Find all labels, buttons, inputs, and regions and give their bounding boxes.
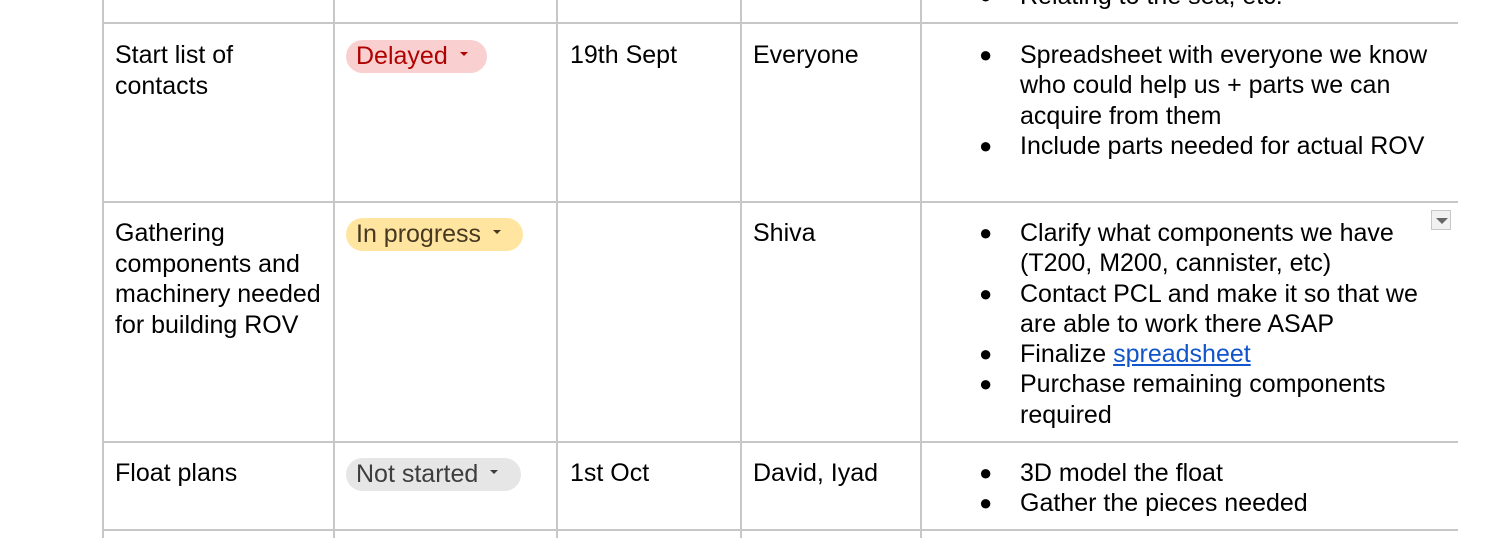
row-divider xyxy=(102,441,1458,443)
task-cell[interactable]: Gathering components and machinery neede… xyxy=(115,218,325,340)
bullet-icon: ● xyxy=(979,490,993,516)
bullet-icon: ● xyxy=(979,132,993,158)
chevron-down-icon xyxy=(459,52,468,57)
bullet-icon: ● xyxy=(979,42,993,67)
bullet-icon: ● xyxy=(979,371,993,397)
bullet-icon: ● xyxy=(979,460,993,485)
chevron-down-icon xyxy=(490,470,499,475)
owner-cell[interactable]: David, Iyad xyxy=(753,458,913,489)
task-cell[interactable]: Float plans xyxy=(115,458,325,489)
status-label: Delayed xyxy=(356,42,448,70)
list-item: ● Purchase remaining components required xyxy=(979,370,1386,429)
owner-cell[interactable]: Everyone xyxy=(753,40,913,71)
notes-list[interactable]: ● Clarify what components we have (T200, … xyxy=(979,218,1440,430)
table-border-left xyxy=(102,0,104,538)
spreadsheet-table: ●Relating to the sea, etc. Start list of… xyxy=(0,0,1508,538)
chevron-down-icon xyxy=(493,230,502,235)
bullet-icon: ● xyxy=(979,220,993,245)
notes-list[interactable]: ● Spreadsheet with everyone we know who c… xyxy=(979,40,1440,161)
bullet-icon: ● xyxy=(979,341,993,367)
list-item: ●Relating to the sea, etc. xyxy=(979,0,1440,11)
column-divider xyxy=(333,0,335,538)
status-label: Not started xyxy=(356,460,479,488)
list-item: ● Clarify what components we have (T200, … xyxy=(979,219,1394,278)
column-divider xyxy=(920,0,922,538)
list-item: ● Finalize spreadsheet xyxy=(979,340,1251,369)
notes-list-partial[interactable]: ●Relating to the sea, etc. xyxy=(979,0,1440,11)
list-item: ● Include parts needed for actual ROV xyxy=(979,131,1425,160)
bullet-icon: ● xyxy=(979,280,993,306)
row-divider xyxy=(102,529,1458,531)
list-item: ● Contact PCL and make it so that we are … xyxy=(979,279,1418,338)
dropdown-arrow-icon xyxy=(1436,218,1448,224)
list-item: ● Gather the pieces needed xyxy=(979,489,1308,518)
column-divider xyxy=(740,0,742,538)
status-label: In progress xyxy=(356,220,482,248)
column-divider xyxy=(556,0,558,538)
status-dropdown[interactable]: Not started xyxy=(346,458,521,491)
bullet-icon: ● xyxy=(979,0,992,11)
row-divider xyxy=(102,22,1458,24)
notes-list[interactable]: ● 3D model the float ● Gather the pieces n… xyxy=(979,458,1440,519)
row-divider xyxy=(102,201,1458,203)
spreadsheet-link[interactable]: spreadsheet xyxy=(1113,340,1251,368)
date-cell[interactable]: 19th Sept xyxy=(570,40,730,71)
owner-cell[interactable]: Shiva xyxy=(753,218,913,249)
list-item: ● 3D model the float xyxy=(979,459,1223,487)
task-cell[interactable]: Start list of contacts xyxy=(115,40,325,101)
status-dropdown[interactable]: Delayed xyxy=(346,40,487,73)
list-item: ● Spreadsheet with everyone we know who c… xyxy=(979,41,1428,130)
cell-dropdown-button[interactable] xyxy=(1431,210,1451,230)
date-cell[interactable]: 1st Oct xyxy=(570,458,730,489)
status-dropdown[interactable]: In progress xyxy=(346,218,523,251)
